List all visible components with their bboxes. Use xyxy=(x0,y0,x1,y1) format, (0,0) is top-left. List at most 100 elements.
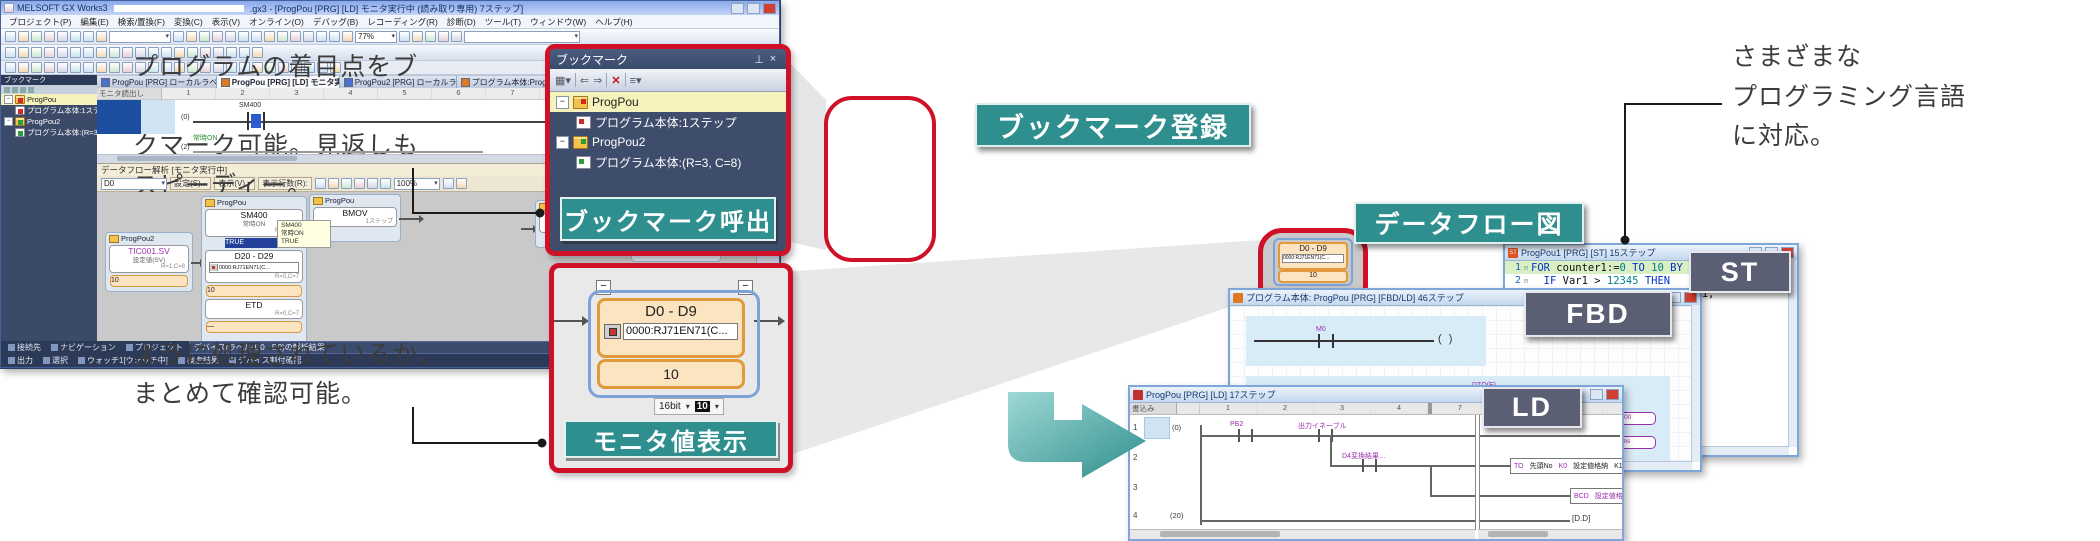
dock-tab[interactable]: ナビゲーション xyxy=(47,342,120,353)
toolbar-icon[interactable] xyxy=(83,31,94,42)
toolbar-icon[interactable] xyxy=(44,31,55,42)
next-bookmark-icon[interactable]: ⇒ xyxy=(593,74,602,87)
toolbar-icon[interactable] xyxy=(303,31,314,42)
toolbar-icon[interactable] xyxy=(96,31,107,42)
close-button[interactable] xyxy=(763,3,776,14)
pin-icon[interactable]: ⊥ xyxy=(752,53,766,66)
toolbar-icon[interactable] xyxy=(57,62,68,73)
radix-toggle[interactable]: 16bit▾ 10▾ xyxy=(654,398,724,415)
contact-symbol[interactable] xyxy=(1238,429,1253,442)
delete-bookmark-icon[interactable]: ✕ xyxy=(611,74,620,87)
toolbar-icon[interactable] xyxy=(31,47,42,58)
ladder-gutter-selected[interactable] xyxy=(97,100,141,134)
toolbar-icon[interactable] xyxy=(412,31,423,42)
bookmark-tree-item[interactable]: − ProgPou xyxy=(550,92,786,112)
dataflow-node-d0d9[interactable]: D0 - D9 0000:RJ71EN71(C... 10 xyxy=(588,290,760,398)
main-titlebar[interactable]: MELSOFT GX Works3 .gx3 - [ProgPou [PRG] … xyxy=(1,1,779,15)
bookmark-call-button[interactable]: ブックマーク呼出 xyxy=(560,197,776,241)
menu-item[interactable]: 表示(V) xyxy=(208,16,244,28)
close-button[interactable] xyxy=(1684,292,1697,303)
dataflow-search-combo[interactable]: D0 xyxy=(101,178,167,190)
toolbar-icon[interactable] xyxy=(44,62,55,73)
menu-item[interactable]: ウィンドウ(W) xyxy=(526,16,590,28)
toolbar-icon[interactable] xyxy=(425,31,436,42)
collapse-icon[interactable]: − xyxy=(4,117,13,126)
menu-item[interactable]: オンライン(O) xyxy=(245,16,308,28)
toolbar-icon[interactable] xyxy=(5,62,16,73)
monitor-display-button[interactable]: モニタ値表示 xyxy=(564,420,778,458)
pane-splitter[interactable] xyxy=(1475,415,1480,530)
toolbar-icon[interactable] xyxy=(18,31,29,42)
bottom-dock-tab[interactable]: 選択 xyxy=(39,355,72,366)
toolbar-icon[interactable] xyxy=(329,31,340,42)
bookmark-tree-item[interactable]: − プログラム本体:1ステップ xyxy=(550,112,786,132)
ld-canvas[interactable]: 1 2 3 4 (0) (20) PB2 出力イネーブル D4変換結果… TO先… xyxy=(1130,415,1622,539)
toolbar-icon[interactable] xyxy=(83,62,94,73)
bottom-dock-tab[interactable]: 出力 xyxy=(4,355,37,366)
dataflow-group-progpou2[interactable]: ProgPou2 TIC001.SV 設定値(SV) R=1,C=8 10 xyxy=(105,232,193,292)
ladder-gutter-cell[interactable] xyxy=(141,100,175,134)
zoom-combo[interactable]: 77% xyxy=(355,31,397,43)
bookmark-tree-item[interactable]: − ProgPou2 xyxy=(1,116,97,127)
fold-icon[interactable]: ⊟ xyxy=(1521,277,1531,285)
minimize-button[interactable] xyxy=(731,3,744,14)
toolbar-icon[interactable] xyxy=(122,62,133,73)
close-button[interactable] xyxy=(1606,389,1619,400)
contact-symbol[interactable] xyxy=(1318,334,1334,348)
toolbar-icon[interactable] xyxy=(277,31,288,42)
prev-bookmark-icon[interactable]: ⇐ xyxy=(580,74,589,87)
sort-icon[interactable]: ≡▾ xyxy=(630,74,642,87)
menu-item[interactable]: 変換(C) xyxy=(170,16,207,28)
fold-icon[interactable]: ⊟ xyxy=(1521,264,1531,272)
dock-tab[interactable]: 接続先 xyxy=(4,342,45,353)
toolbar-icon[interactable] xyxy=(225,31,236,42)
toolbar-icon[interactable] xyxy=(31,62,42,73)
coil-symbol[interactable]: [D.D] xyxy=(1572,514,1590,523)
menu-item[interactable]: 検索/置換(F) xyxy=(114,16,169,28)
bookmark-tree-item[interactable]: − プログラム本体:(R=3, C=8) xyxy=(550,152,786,172)
contact-symbol[interactable] xyxy=(247,112,265,130)
collapse-icon[interactable]: − xyxy=(4,95,13,104)
toolbar-icon[interactable] xyxy=(186,31,197,42)
bookmark-tree-item[interactable]: − ProgPou xyxy=(1,94,97,105)
bookmark-tree-item[interactable]: − プログラム本体:1ステップ xyxy=(1,105,97,116)
ld-hscrollbar-right[interactable] xyxy=(1478,529,1622,539)
toolbar-icon[interactable] xyxy=(399,31,410,42)
toolbar-combo[interactable] xyxy=(109,31,171,43)
menu-item[interactable]: ヘルプ(H) xyxy=(591,16,636,28)
toolbar-icon[interactable] xyxy=(5,31,16,42)
toolbar-icon[interactable] xyxy=(456,178,467,189)
toolbar-icon[interactable] xyxy=(109,62,120,73)
ld-gutter-cell[interactable] xyxy=(1144,417,1170,439)
toolbar-icon[interactable] xyxy=(316,31,327,42)
toolbar-icon[interactable] xyxy=(438,31,449,42)
menu-item[interactable]: レコーディング(R) xyxy=(363,16,442,28)
bookmark-tree-item[interactable]: − プログラム本体:(R=3, C=8) xyxy=(1,127,97,138)
tree-view-icon[interactable]: ▦▾ xyxy=(555,74,571,87)
toolbar-icon[interactable] xyxy=(18,62,29,73)
dataflow-group-progpou[interactable]: ProgPou SM400 常時ON R=0,C=7 TRUE D20 - D2… xyxy=(201,196,307,341)
toolbar-icon[interactable] xyxy=(290,31,301,42)
fbd-vscrollbar[interactable] xyxy=(1691,305,1700,462)
toolbar-icon[interactable] xyxy=(96,47,107,58)
module-field[interactable]: 0000:RJ71EN71(C... xyxy=(623,323,738,340)
toolbar-icon[interactable] xyxy=(31,31,42,42)
menu-item[interactable]: プロジェクト(P) xyxy=(5,16,75,28)
bookmark-tree-item[interactable]: − ProgPou2 xyxy=(550,132,786,152)
toolbar-icon[interactable] xyxy=(70,31,81,42)
coil-symbol[interactable]: ( ) xyxy=(1438,333,1454,345)
toolbar-icon[interactable] xyxy=(443,178,454,189)
toolbar-icon[interactable] xyxy=(342,31,353,42)
menu-item[interactable]: 編集(E) xyxy=(76,16,112,28)
dataflow-node-d0d9-small[interactable]: D0 - D9 0000:RJ71EN71(C... 10 xyxy=(1273,238,1353,286)
toolbar-icon[interactable] xyxy=(238,31,249,42)
toolbar-icon[interactable] xyxy=(96,62,107,73)
toolbar-icon[interactable] xyxy=(251,31,262,42)
menu-item[interactable]: 診断(D) xyxy=(443,16,480,28)
toolbar-icon[interactable] xyxy=(70,62,81,73)
radix-10-toggle[interactable]: 10 xyxy=(695,401,710,412)
toolbar-icon[interactable] xyxy=(57,31,68,42)
toolbar-icon[interactable] xyxy=(264,31,275,42)
toolbar-icon[interactable] xyxy=(173,31,184,42)
toolbar-icon[interactable] xyxy=(44,47,55,58)
